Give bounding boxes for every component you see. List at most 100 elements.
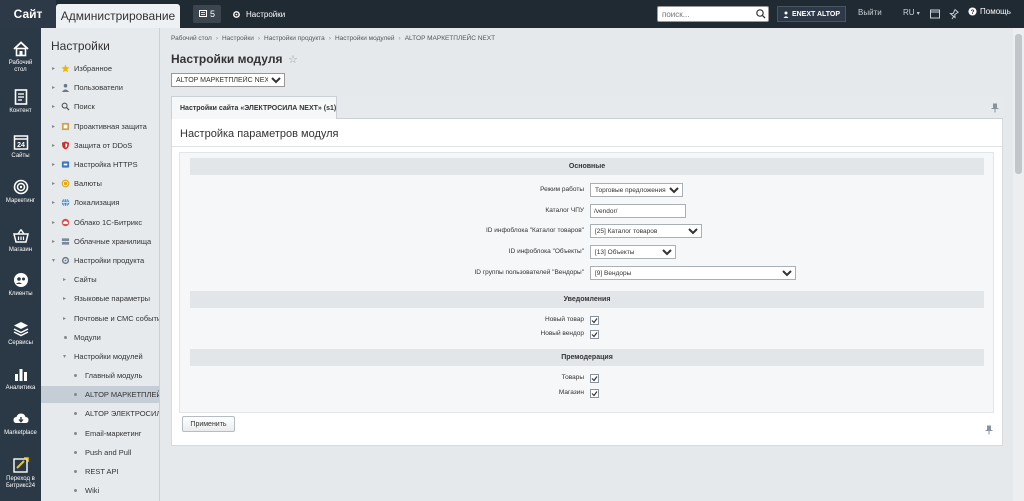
tab-site-settings[interactable]: Настройки сайта «ЭЛЕКТРОСИЛА NEXT» (s1) [171, 96, 337, 119]
premod-products-checkbox[interactable] [590, 374, 599, 383]
tree-item-https[interactable]: ▸ Настройка HTTPS [41, 156, 159, 173]
section-header-premoderation: Премодерация [190, 349, 984, 366]
tree-item-modules[interactable]: Модули [41, 329, 159, 346]
bullet-icon [74, 470, 77, 473]
chevron-right-icon: ▸ [52, 124, 56, 130]
tree-item-label: Модули [74, 333, 101, 342]
tree-item-bitrix-cloud[interactable]: ▸ Облако 1С-Битрикс [41, 214, 159, 231]
breadcrumb-item[interactable]: ALTOP МАРКЕТПЛЕЙС NEXT [405, 35, 495, 42]
tree-item-cloud-storage[interactable]: ▸ Облачные хранилища [41, 233, 159, 250]
field-vendor-group: ID группы пользователей "Вендоры" [9] Ве… [180, 266, 995, 282]
nav-clients[interactable]: Клиенты [0, 269, 41, 311]
nav-services[interactable]: Сервисы [0, 318, 41, 360]
tree-item-ddos[interactable]: ▸ Защита от DDoS [41, 137, 159, 154]
breadcrumb-item[interactable]: Настройки модулей [335, 35, 395, 42]
nav-label: Рабочий стол [8, 60, 33, 73]
nav-shop[interactable]: Магазин [0, 225, 41, 267]
new-vendor-label: Новый вендор [540, 330, 584, 337]
settings-link[interactable]: Настройки [232, 7, 285, 21]
window-icon[interactable] [929, 8, 941, 20]
pin-icon[interactable] [948, 8, 960, 20]
https-icon [61, 161, 70, 168]
nav-sites[interactable]: 24 Сайты [0, 131, 41, 173]
home-icon [12, 41, 29, 57]
nav-desktop[interactable]: Рабочий стол [0, 38, 41, 80]
breadcrumb-separator: › [257, 35, 261, 42]
tree-item-push-pull[interactable]: Push and Pull [41, 444, 159, 461]
tree-item-altop-electrosila[interactable]: ALTOP ЭЛЕКТРОСИЛА NEXT [41, 405, 159, 422]
notifications-button[interactable]: 5 [193, 5, 221, 23]
tree-item-localization[interactable]: ▸ Локализация [41, 194, 159, 211]
tree-item-label: Валюты [74, 179, 102, 188]
admin-tab[interactable]: Администрирование [56, 4, 180, 28]
apply-button[interactable]: Применить [182, 416, 235, 432]
chevron-down-icon: ▾ [916, 11, 920, 17]
tree-item-label: ALTOP ЭЛЕКТРОСИЛА NEXT [85, 409, 159, 418]
tree-item-proactive[interactable]: ▸ Проактивная защита [41, 118, 159, 135]
site-tab[interactable]: Сайт [0, 0, 56, 28]
module-select[interactable]: ALTOP МАРКЕТПЛЕЙС NEXT [171, 73, 285, 87]
premod-products-label: Товары [561, 374, 584, 381]
tree-item-label: Push and Pull [85, 448, 132, 457]
tree-item-language-params[interactable]: ▸ Языковые параметры [41, 290, 159, 307]
scrollbar-thumb[interactable] [1015, 34, 1022, 174]
tree-item-sites[interactable]: ▸ Сайты [41, 271, 159, 288]
nav-label: Сервисы [8, 340, 33, 346]
tree-item-label: Почтовые и СМС события [74, 314, 160, 323]
new-vendor-checkbox[interactable] [590, 330, 599, 339]
chevron-right-icon: ▸ [52, 143, 56, 149]
search-icon[interactable] [755, 8, 767, 20]
new-product-label: Новый товар [545, 316, 584, 323]
layers-icon [13, 322, 28, 337]
tree-item-label: Языковые параметры [74, 294, 151, 303]
breadcrumb-item[interactable]: Настройки [222, 35, 254, 42]
breadcrumb-separator: › [215, 35, 218, 42]
page-scrollbar[interactable] [1013, 28, 1024, 501]
language-label: RU [903, 8, 915, 17]
nav-content[interactable]: Контент [0, 86, 41, 128]
tree-item-altop-marketplace[interactable]: ALTOP МАРКЕТПЛЕЙС NEXT [41, 386, 159, 403]
tree-item-label: Главный модуль [85, 371, 143, 380]
tree-item-main-module[interactable]: Главный модуль [41, 367, 159, 384]
chevron-right-icon: ▸ [52, 220, 56, 226]
breadcrumb-item[interactable]: Настройки продукта [264, 35, 325, 42]
tree-item-wiki[interactable]: Wiki [41, 482, 159, 499]
mode-select[interactable]: Торговые предложения [590, 183, 683, 197]
vendor-group-select[interactable]: [9] Вендоры [590, 266, 796, 280]
tree-item-module-settings[interactable]: ▾ Настройки модулей [41, 348, 159, 365]
user-button[interactable]: ENEXT ALTOP [777, 6, 846, 22]
pin-icon[interactable] [991, 103, 999, 113]
language-select[interactable]: RU ▾ [903, 8, 920, 17]
nav-marketing[interactable]: Маркетинг [0, 176, 41, 218]
nav-marketplace[interactable]: Marketplace [0, 408, 41, 450]
catalog-url-input[interactable] [590, 204, 686, 218]
help-link[interactable]: ? Помощь [968, 7, 1011, 16]
iblock-catalog-label: ID инфоблока "Каталог товаров" [485, 227, 584, 234]
search-input[interactable] [657, 6, 769, 22]
tree-item-label: Настройки продукта [74, 256, 145, 265]
cloud-icon [61, 218, 70, 227]
new-product-checkbox[interactable] [590, 316, 599, 325]
exit-link[interactable]: Выйти [858, 8, 882, 17]
pin-icon[interactable] [985, 425, 993, 435]
premod-shop-checkbox[interactable] [590, 389, 599, 398]
bullet-icon [74, 489, 77, 492]
tree-item-favorites[interactable]: ▸ Избранное [41, 60, 159, 77]
tree-item-search[interactable]: ▸ Поиск [41, 98, 159, 115]
tree-item-rest-api[interactable]: REST API [41, 463, 159, 480]
tree-item-email-marketing[interactable]: Email-маркетинг [41, 425, 159, 442]
iblock-objects-select[interactable]: [13] Объекты [590, 245, 676, 259]
checkmark-icon [591, 332, 598, 338]
breadcrumb-item[interactable]: Рабочий стол [171, 35, 212, 42]
nav-analytics[interactable]: Аналитика [0, 363, 41, 405]
tree-item-currencies[interactable]: ▸ Валюты [41, 175, 159, 192]
tree-item-product-settings[interactable]: ▾ Настройки продукта [41, 252, 159, 269]
tree-item-mail-sms-events[interactable]: ▸ Почтовые и СМС события [41, 310, 160, 327]
favorite-star-icon[interactable]: ☆ [288, 53, 298, 66]
cloud-download-icon [13, 413, 28, 423]
chevron-right-icon: ▸ [52, 239, 56, 245]
nav-bitrix24[interactable]: Переход в Битрикс24 [0, 454, 41, 496]
iblock-catalog-select[interactable]: [25] Каталог товаров [590, 224, 702, 238]
field-iblock-objects: ID инфоблока "Объекты" [13] Объекты [180, 245, 995, 261]
tree-item-users[interactable]: ▸ Пользователи [41, 79, 159, 96]
